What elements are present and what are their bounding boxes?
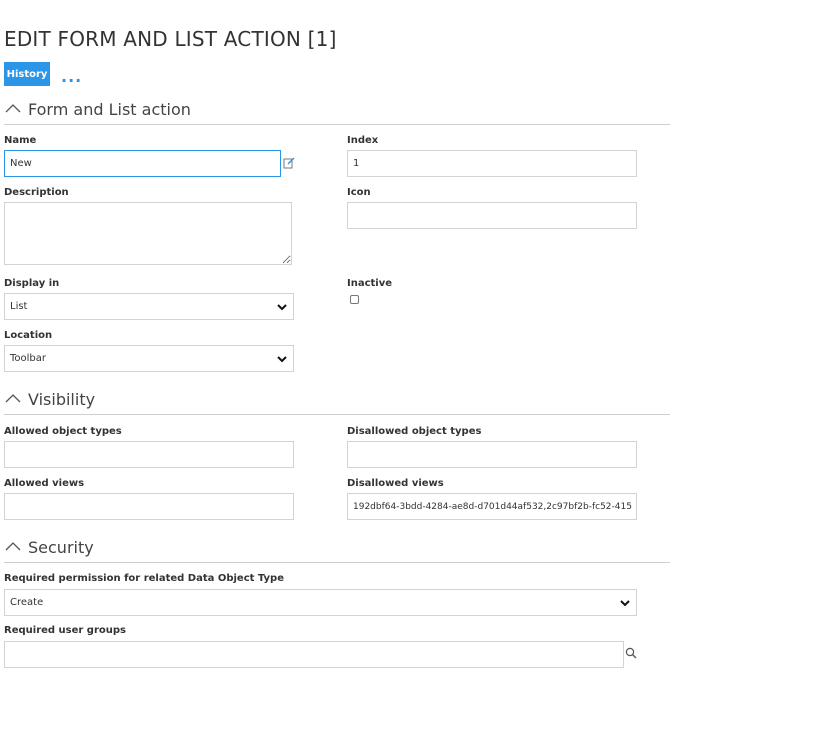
chevron-down-icon <box>277 355 287 362</box>
location-select[interactable]: Toolbar <box>4 345 294 372</box>
required-user-groups-input[interactable] <box>4 641 624 668</box>
required-user-groups-label: Required user groups <box>4 625 126 636</box>
history-button[interactable]: History <box>4 62 50 86</box>
description-textarea[interactable] <box>4 202 292 265</box>
section-title: Form and List action <box>28 100 191 119</box>
chevron-up-icon <box>5 104 21 113</box>
display-in-value: List <box>10 301 28 312</box>
chevron-down-icon <box>277 303 287 310</box>
section-title: Security <box>28 538 94 557</box>
allowed-views-label: Allowed views <box>4 478 85 489</box>
description-label: Description <box>4 187 69 198</box>
edit-icon[interactable] <box>283 157 295 169</box>
chevron-up-icon <box>5 542 21 551</box>
index-input[interactable]: 1 <box>347 150 637 177</box>
allowed-views-input[interactable] <box>4 493 294 520</box>
required-permission-value: Create <box>10 597 44 608</box>
name-input[interactable]: New <box>4 150 281 177</box>
chevron-down-icon <box>620 599 630 606</box>
section-visibility[interactable]: Visibility <box>4 389 670 415</box>
icon-input[interactable] <box>347 202 637 229</box>
allowed-object-types-label: Allowed object types <box>4 426 122 437</box>
disallowed-views-label: Disallowed views <box>347 478 444 489</box>
disallowed-object-types-label: Disallowed object types <box>347 426 482 437</box>
display-in-label: Display in <box>4 278 60 289</box>
section-form-and-list-action[interactable]: Form and List action <box>4 99 670 125</box>
disallowed-views-input[interactable]: 192dbf64-3bdd-4284-ae8d-d701d44af532,2c9… <box>347 493 637 520</box>
disallowed-object-types-input[interactable] <box>347 441 637 468</box>
search-icon[interactable] <box>625 647 637 659</box>
required-permission-label: Required permission for related Data Obj… <box>4 573 284 584</box>
inactive-checkbox[interactable] <box>350 295 359 304</box>
location-label: Location <box>4 330 53 341</box>
required-permission-select[interactable]: Create <box>4 589 637 616</box>
allowed-object-types-input[interactable] <box>4 441 294 468</box>
name-label: Name <box>4 135 37 146</box>
section-security[interactable]: Security <box>4 537 670 563</box>
more-options-button[interactable]: ... <box>61 67 81 85</box>
chevron-up-icon <box>5 394 21 403</box>
icon-label: Icon <box>347 187 371 198</box>
location-value: Toolbar <box>10 353 47 364</box>
inactive-label: Inactive <box>347 278 393 289</box>
index-label: Index <box>347 135 379 146</box>
page-title: EDIT FORM AND LIST ACTION [1] <box>4 27 337 51</box>
section-title: Visibility <box>28 390 96 409</box>
display-in-select[interactable]: List <box>4 293 294 320</box>
